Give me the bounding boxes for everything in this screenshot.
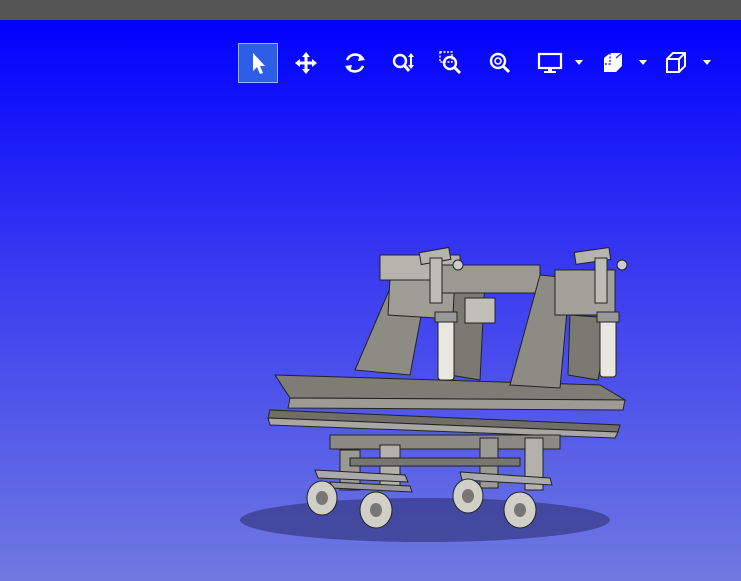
chevron-down-icon — [639, 60, 647, 65]
section-dropdown[interactable] — [638, 57, 648, 69]
3d-viewport[interactable] — [0, 20, 741, 581]
rotate-icon — [345, 53, 365, 73]
zoom-fit-tool-button[interactable] — [480, 43, 520, 83]
model-shadow — [240, 498, 610, 542]
zoom-window-tool-button[interactable] — [431, 43, 471, 83]
zoom-vertical-icon — [392, 53, 414, 72]
cube-icon — [666, 52, 686, 73]
chevron-down-icon — [575, 60, 583, 65]
chevron-down-icon — [703, 60, 711, 65]
zoom-tool-button[interactable] — [383, 43, 423, 83]
view-orientation-tool-button[interactable] — [656, 43, 696, 83]
rotate-tool-button[interactable] — [335, 43, 375, 83]
select-tool-button[interactable] — [238, 43, 278, 83]
pan-tool-button[interactable] — [286, 43, 326, 83]
view-orientation-dropdown[interactable] — [702, 57, 712, 69]
monitor-icon — [537, 52, 563, 73]
display-mode-tool-button[interactable] — [530, 43, 570, 83]
zoom-fit-icon — [489, 52, 511, 74]
3d-model[interactable] — [230, 220, 650, 560]
move-arrows-icon — [295, 52, 317, 74]
pointer-icon — [253, 53, 265, 74]
section-box-icon — [604, 52, 623, 72]
zoom-window-icon — [439, 51, 462, 75]
view-toolbar — [238, 43, 728, 84]
display-mode-dropdown[interactable] — [574, 57, 584, 69]
window-titlebar — [0, 0, 741, 20]
section-tool-button[interactable] — [593, 43, 633, 83]
